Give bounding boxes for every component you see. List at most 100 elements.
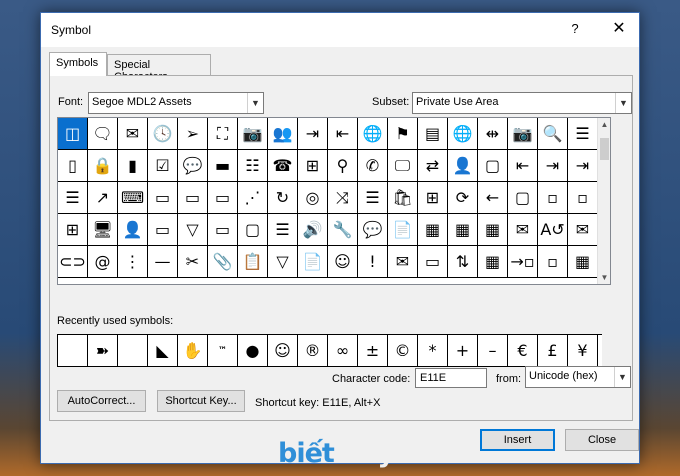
recent-symbol-cell[interactable]: ∞ <box>328 335 358 367</box>
symbol-cell[interactable]: ✆ <box>358 150 388 182</box>
symbol-cell[interactable]: ▭ <box>148 182 178 214</box>
symbol-cell[interactable]: ▫ <box>538 182 568 214</box>
symbol-cell[interactable]: ▫ <box>568 182 598 214</box>
symbol-cell[interactable]: ➢ <box>178 118 208 150</box>
symbol-cell[interactable]: ⇤ <box>508 150 538 182</box>
autocorrect-button[interactable]: AutoCorrect... <box>57 390 146 412</box>
symbol-cell[interactable]: 🌐 <box>358 118 388 150</box>
symbol-cell[interactable]: ☰ <box>268 214 298 246</box>
symbol-cell[interactable]: ☑ <box>148 150 178 182</box>
from-dropdown[interactable]: Unicode (hex) ▼ <box>525 366 631 388</box>
symbol-cell[interactable]: ! <box>358 246 388 278</box>
scroll-down-icon[interactable]: ▼ <box>598 273 611 282</box>
symbol-cell[interactable]: ▬ <box>208 150 238 182</box>
symbol-cell[interactable]: ▭ <box>208 214 238 246</box>
symbol-cell[interactable]: ⚑ <box>388 118 418 150</box>
symbol-cell[interactable]: ☰ <box>568 118 598 150</box>
symbol-cell[interactable]: ⇥ <box>538 150 568 182</box>
recent-symbol-cell[interactable]: ® <box>298 335 328 367</box>
symbol-cell[interactable]: ▮ <box>118 150 148 182</box>
symbol-cell[interactable]: 👥 <box>268 118 298 150</box>
symbol-cell[interactable]: ☰ <box>358 182 388 214</box>
recent-symbol-cell[interactable]: ➽ <box>88 335 118 367</box>
symbol-cell[interactable]: 🔧 <box>328 214 358 246</box>
symbol-cell[interactable]: ⤨ <box>328 182 358 214</box>
tab-symbols[interactable]: Symbols <box>49 52 107 76</box>
symbol-cell[interactable]: ☰ <box>58 182 88 214</box>
insert-button[interactable]: Insert <box>480 429 555 451</box>
recent-symbol-cell[interactable]: * <box>418 335 448 367</box>
symbol-cell[interactable]: ◫ <box>58 118 88 150</box>
symbol-cell[interactable]: ▢ <box>238 214 268 246</box>
symbol-cell[interactable]: ▭ <box>208 182 238 214</box>
symbol-cell[interactable]: ⌨ <box>118 182 148 214</box>
symbol-cell[interactable]: ⋰ <box>238 182 268 214</box>
recent-symbol-cell[interactable]: – <box>478 335 508 367</box>
scrollbar-thumb[interactable] <box>600 138 609 160</box>
symbol-cell[interactable]: 🌐 <box>448 118 478 150</box>
symbol-cell[interactable]: ⟳ <box>448 182 478 214</box>
symbol-cell[interactable]: ⇤ <box>328 118 358 150</box>
subset-dropdown[interactable]: Private Use Area ▼ <box>412 92 632 114</box>
recent-symbol-cell[interactable]: € <box>508 335 538 367</box>
symbol-cell[interactable]: 📋 <box>238 246 268 278</box>
recent-symbol-cell[interactable]: £ <box>538 335 568 367</box>
symbol-cell[interactable]: 🔊 <box>298 214 328 246</box>
shortcut-key-button[interactable]: Shortcut Key... <box>157 390 245 412</box>
symbol-cell[interactable]: ▽ <box>268 246 298 278</box>
symbol-cell[interactable]: ▦ <box>418 214 448 246</box>
symbol-cell[interactable]: ⇥ <box>298 118 328 150</box>
symbol-cell[interactable]: 👤 <box>118 214 148 246</box>
recent-symbol-cell[interactable]: ¥ <box>568 335 598 367</box>
symbol-cell[interactable]: ✉ <box>118 118 148 150</box>
symbol-cell[interactable]: ✉ <box>508 214 538 246</box>
recent-symbol-cell[interactable]: ™ <box>208 335 238 367</box>
symbol-cell[interactable]: ⊂⊃ <box>58 246 88 278</box>
symbol-cell[interactable]: 🖵 <box>388 150 418 182</box>
symbol-cell[interactable]: 💬 <box>178 150 208 182</box>
symbol-cell[interactable]: ▦ <box>448 214 478 246</box>
symbol-cell[interactable]: ⇹ <box>478 118 508 150</box>
symbol-cell[interactable]: @ <box>88 246 118 278</box>
symbol-cell[interactable]: ⊞ <box>298 150 328 182</box>
scroll-up-icon[interactable]: ▲ <box>598 120 611 129</box>
symbol-cell[interactable]: ▯ <box>58 150 88 182</box>
symbol-cell[interactable]: ✂ <box>178 246 208 278</box>
symbol-cell[interactable]: ▦ <box>568 246 598 278</box>
symbol-cell[interactable]: ▦ <box>478 246 508 278</box>
symbol-cell[interactable]: ✉ <box>568 214 598 246</box>
symbol-cell[interactable]: →▫ <box>508 246 538 278</box>
character-code-field[interactable]: E11E <box>415 368 487 388</box>
symbol-cell[interactable]: A↺ <box>538 214 568 246</box>
symbol-cell[interactable]: 🕓 <box>148 118 178 150</box>
symbol-cell[interactable]: ▦ <box>478 214 508 246</box>
symbol-cell[interactable]: ⚲ <box>328 150 358 182</box>
symbol-cell[interactable]: 🔍 <box>538 118 568 150</box>
symbol-cell[interactable]: ☺ <box>328 246 358 278</box>
recent-symbol-cell[interactable]: © <box>388 335 418 367</box>
symbol-cell[interactable]: 📷 <box>238 118 268 150</box>
recent-symbol-cell[interactable]: + <box>448 335 478 367</box>
symbol-cell[interactable]: 🗨 <box>88 118 118 150</box>
symbol-grid-scrollbar[interactable]: ▲ ▼ <box>597 118 610 284</box>
symbol-cell[interactable]: 📄 <box>298 246 328 278</box>
symbol-cell[interactable]: ▫ <box>538 246 568 278</box>
symbol-cell[interactable]: ▢ <box>478 150 508 182</box>
symbol-cell[interactable]: 🔒 <box>88 150 118 182</box>
symbol-cell[interactable]: — <box>148 246 178 278</box>
symbol-cell[interactable]: ⇥ <box>568 150 598 182</box>
symbol-cell[interactable]: ▽ <box>178 214 208 246</box>
symbol-cell[interactable]: ▭ <box>418 246 448 278</box>
symbol-cell[interactable]: ⊞ <box>418 182 448 214</box>
symbol-cell[interactable]: ↗ <box>88 182 118 214</box>
symbol-cell[interactable]: 📷 <box>508 118 538 150</box>
recent-symbol-cell[interactable] <box>58 335 88 367</box>
tab-special-characters[interactable]: Special Characters <box>107 54 211 83</box>
recent-symbol-cell[interactable]: ◣ <box>148 335 178 367</box>
recent-symbol-cell[interactable]: ± <box>358 335 388 367</box>
symbol-cell[interactable]: ◎ <box>298 182 328 214</box>
symbol-cell[interactable]: ⛶ <box>208 118 238 150</box>
symbol-cell[interactable]: 💬 <box>358 214 388 246</box>
symbol-cell[interactable]: ✉ <box>388 246 418 278</box>
symbol-cell[interactable]: ▭ <box>178 182 208 214</box>
